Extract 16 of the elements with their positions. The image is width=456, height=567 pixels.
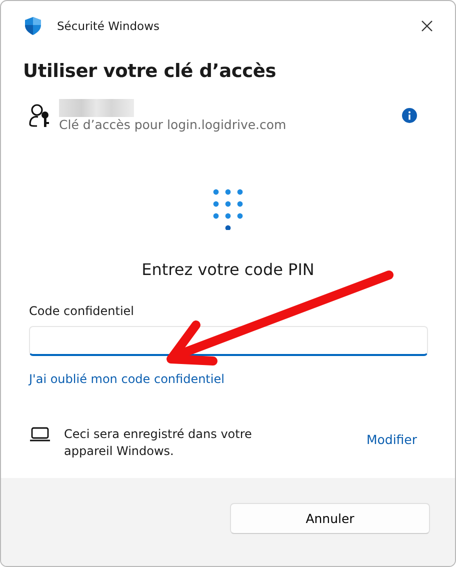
person-key-icon <box>29 104 51 128</box>
close-icon <box>421 20 433 32</box>
info-icon[interactable] <box>402 108 417 123</box>
keypad-icon <box>212 188 244 230</box>
field-label: Code confidentiel <box>29 304 135 318</box>
pin-prompt: Entrez votre code PIN <box>142 260 314 279</box>
laptop-icon <box>29 426 51 442</box>
account-subtitle: Clé d’accès pour login.logidrive.com <box>59 117 288 132</box>
window-title: Sécurité Windows <box>57 19 160 33</box>
cancel-button[interactable]: Annuler <box>230 502 430 534</box>
pin-field[interactable] <box>29 326 428 356</box>
modify-link[interactable]: Modifier <box>366 432 417 447</box>
forgot-pin-link[interactable]: J'ai oublié mon code confidentiel <box>29 372 224 386</box>
device-notice: Ceci sera enregistré dans votre appareil Windows. <box>64 426 253 460</box>
dialog-heading: Utiliser votre clé d’accès <box>23 61 278 82</box>
shield-icon <box>25 17 41 35</box>
